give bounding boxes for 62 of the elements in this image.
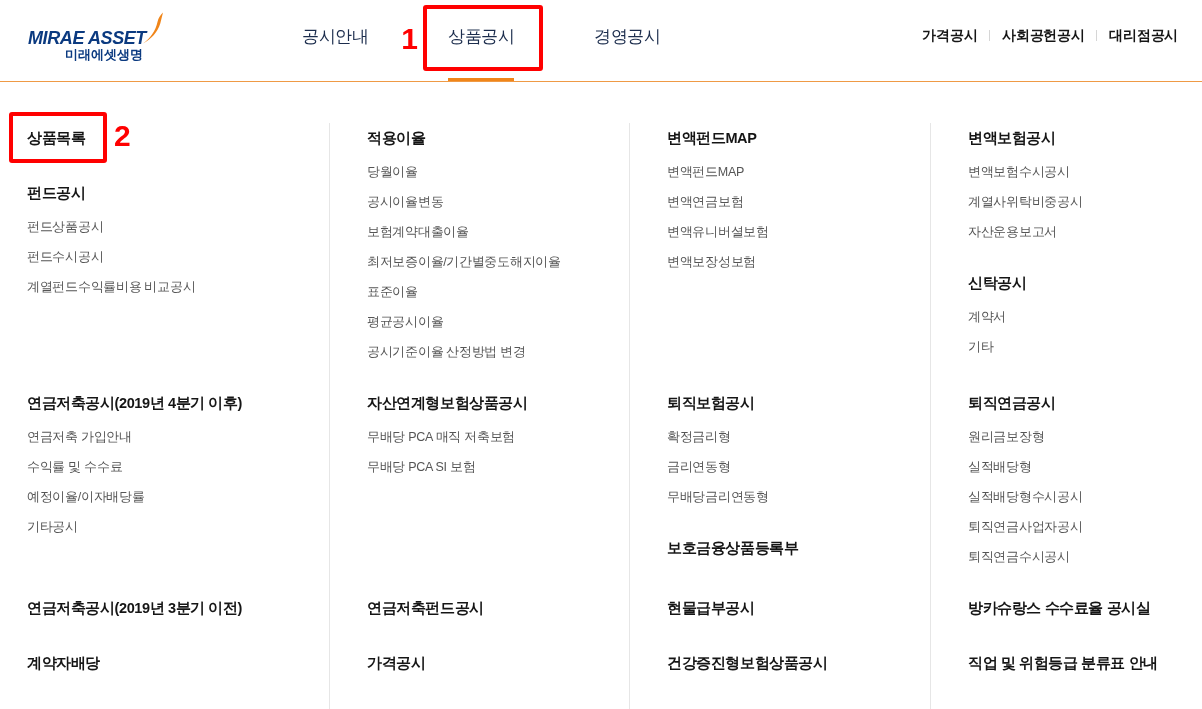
menu-link[interactable]: 당월이율 [367, 157, 418, 187]
menu-heading[interactable]: 직업 및 위험등급 분류표 안내 [968, 648, 1158, 678]
menu-link[interactable]: 수익률 및 수수료 [27, 452, 123, 482]
menu-heading[interactable]: 자산연계형보험상품공시 [367, 388, 528, 418]
menu-heading[interactable]: 퇴직연금공시 [968, 388, 1056, 418]
menu-link[interactable]: 무배당 PCA SI 보험 [367, 452, 476, 482]
menu-link[interactable]: 예정이율/이자배당률 [27, 482, 145, 512]
menu-link[interactable]: 펀드상품공시 [27, 212, 104, 242]
menu-link[interactable]: 퇴직연금수시공시 [968, 542, 1070, 572]
menu-heading[interactable]: 현물급부공시 [667, 593, 755, 623]
menu-heading[interactable]: 상품목록 [27, 123, 86, 153]
menu-heading[interactable]: 적용이율 [367, 123, 426, 153]
menu-heading[interactable]: 변액보험공시 [968, 123, 1056, 153]
menu-link[interactable]: 무배당 PCA 매직 저축보험 [367, 422, 515, 452]
utility-link[interactable]: 사회공헌공시 [1002, 26, 1085, 44]
menu-link[interactable]: 변액연금보험 [667, 187, 744, 217]
menu-heading[interactable]: 계약자배당 [27, 648, 100, 678]
menu-link[interactable]: 원리금보장형 [968, 422, 1045, 452]
utility-link[interactable]: 가격공시 [922, 26, 978, 44]
menu-heading[interactable]: 퇴직보험공시 [667, 388, 755, 418]
menu-heading[interactable]: 가격공시 [367, 648, 426, 678]
annotation-number: 2 [114, 121, 131, 151]
utility-link[interactable]: 대리점공시 [1109, 26, 1178, 44]
menu-link[interactable]: 평균공시이율 [367, 307, 444, 337]
menu-link[interactable]: 실적배당형수시공시 [968, 482, 1083, 512]
menu-heading[interactable]: 연금저축공시(2019년 3분기 이전) [27, 593, 243, 623]
nav-tab[interactable]: 상품공시 [428, 0, 534, 81]
annotation-number: 1 [401, 24, 418, 54]
menu-link[interactable]: 계열사위탁비중공시 [968, 187, 1083, 217]
menu-link[interactable]: 계약서 [968, 302, 1007, 332]
menu-link[interactable]: 연금저축 가입안내 [27, 422, 132, 452]
menu-link[interactable]: 표준이율 [367, 277, 418, 307]
menu-link[interactable]: 변액보장성보험 [667, 247, 756, 277]
menu-heading[interactable]: 건강증진형보험상품공시 [667, 648, 828, 678]
menu-link[interactable]: 기타공시 [27, 512, 78, 542]
menu-heading[interactable]: 연금저축펀드공시 [367, 593, 484, 623]
logo-wordmark: MIRAE ASSET [28, 28, 146, 48]
menu-heading[interactable]: 신탁공시 [968, 268, 1027, 298]
menu-link[interactable]: 기타 [968, 332, 994, 362]
menu-link[interactable]: 금리연동형 [667, 452, 731, 482]
menu-link[interactable]: 변액펀드MAP [667, 157, 744, 187]
menu-link[interactable]: 변액보험수시공시 [968, 157, 1070, 187]
menu-link[interactable]: 실적배당형 [968, 452, 1032, 482]
menu-link[interactable]: 변액유니버셜보험 [667, 217, 769, 247]
menu-link[interactable]: 공시기준이율 산정방법 변경 [367, 337, 526, 367]
menu-heading[interactable]: 방카슈랑스 수수료율 공시실 [968, 593, 1151, 623]
menu-link[interactable]: 보험계약대출이율 [367, 217, 469, 247]
menu-link[interactable]: 최저보증이율/기간별중도해지이율 [367, 247, 561, 277]
menu-heading[interactable]: 변액펀드MAP [667, 123, 757, 153]
logo-subtitle: 미래에셋생명 [64, 48, 143, 63]
nav-tab[interactable]: 경영공시 [574, 0, 680, 81]
nav-tab[interactable]: 공시안내 [282, 0, 388, 81]
menu-link[interactable]: 공시이율변동 [367, 187, 444, 217]
menu-link[interactable]: 퇴직연금사업자공시 [968, 512, 1083, 542]
menu-link[interactable]: 무배당금리연동형 [667, 482, 769, 512]
menu-heading[interactable]: 펀드공시 [27, 178, 86, 208]
menu-heading[interactable]: 연금저축공시(2019년 4분기 이후) [27, 388, 243, 418]
menu-link[interactable]: 계열펀드수익률비용 비교공시 [27, 272, 196, 302]
menu-link[interactable]: 자산운용보고서 [968, 217, 1057, 247]
menu-link[interactable]: 펀드수시공시 [27, 242, 104, 272]
menu-heading[interactable]: 보호금융상품등록부 [667, 533, 799, 563]
menu-link[interactable]: 확정금리형 [667, 422, 731, 452]
